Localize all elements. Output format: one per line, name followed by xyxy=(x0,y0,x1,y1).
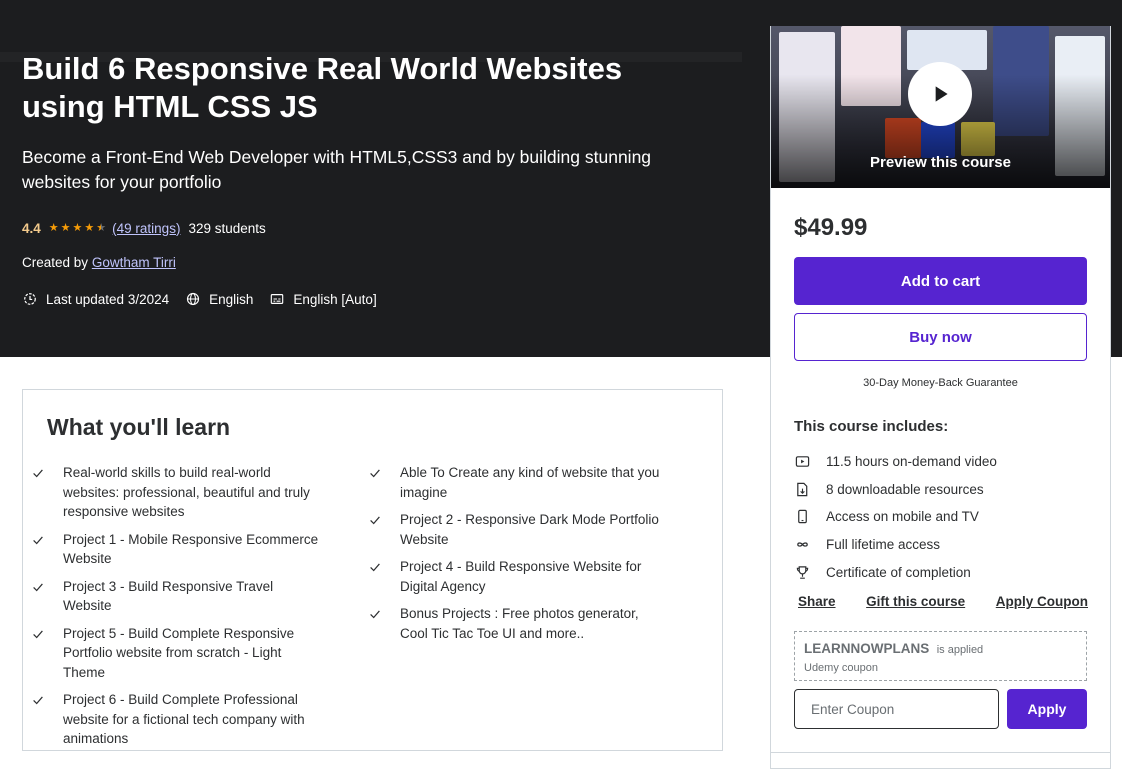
learn-list-right: Able To Create any kind of website that … xyxy=(360,463,660,651)
coupon-source: Udemy coupon xyxy=(804,662,878,674)
star-icon: ★ xyxy=(60,222,71,234)
learn-item: Bonus Projects : Free photos generator, … xyxy=(360,604,660,643)
closed-captions-icon xyxy=(269,291,285,307)
course-captions: English [Auto] xyxy=(293,291,377,307)
coupon-input[interactable] xyxy=(794,689,999,729)
check-icon xyxy=(31,624,47,641)
alert-clock-icon xyxy=(22,291,38,307)
created-by-label: Created by xyxy=(22,255,89,270)
learn-list-left: Real-world skills to build real-world we… xyxy=(23,463,323,757)
includes-item: Certificate of completion xyxy=(794,558,997,586)
students-count: 329 students xyxy=(188,220,266,236)
check-icon xyxy=(31,690,47,707)
apply-coupon-button[interactable]: Apply xyxy=(1007,689,1087,729)
includes-item: Full lifetime access xyxy=(794,531,997,559)
ratings-count-link[interactable]: (49 ratings) xyxy=(112,221,180,236)
course-meta: Last updated 3/2024 English English [Aut… xyxy=(22,290,393,308)
star-icon: ★ xyxy=(72,222,83,234)
file-download-icon xyxy=(794,481,810,497)
includes-title: This course includes: xyxy=(794,418,949,435)
check-icon xyxy=(368,557,384,574)
learn-item: Able To Create any kind of website that … xyxy=(360,463,660,502)
includes-item: 11.5 hours on-demand video xyxy=(794,448,997,476)
check-icon xyxy=(31,530,47,547)
includes-item: 8 downloadable resources xyxy=(794,476,997,504)
gift-course-link[interactable]: Gift this course xyxy=(866,594,965,609)
apply-coupon-link[interactable]: Apply Coupon xyxy=(996,594,1088,609)
star-icon: ★ xyxy=(48,222,59,234)
share-link[interactable]: Share xyxy=(798,594,836,609)
preview-label: Preview this course xyxy=(870,154,1011,171)
created-by: Created by Gowtham Tirri xyxy=(22,255,176,270)
rating-row: 4.4 ★ ★ ★ ★ ★ (49 ratings) 329 students xyxy=(22,219,266,237)
applied-coupon-box: LEARNNOWPLANS is applied Udemy coupon xyxy=(794,631,1087,681)
globe-icon xyxy=(185,291,201,307)
add-to-cart-button[interactable]: Add to cart xyxy=(794,257,1087,305)
course-subtitle: Become a Front-End Web Developer with HT… xyxy=(22,147,652,192)
author-link[interactable]: Gowtham Tirri xyxy=(92,255,176,270)
last-updated: Last updated 3/2024 xyxy=(46,291,170,307)
sidebar-divider xyxy=(771,752,1110,753)
check-icon xyxy=(31,577,47,594)
mobile-icon xyxy=(794,509,810,525)
includes-item: Access on mobile and TV xyxy=(794,503,997,531)
learn-item: Project 3 - Build Responsive Travel Webs… xyxy=(23,577,323,616)
check-icon xyxy=(31,463,47,480)
learn-item: Real-world skills to build real-world we… xyxy=(23,463,323,522)
purchase-sidebar: Preview this course $49.99 Add to cart B… xyxy=(770,26,1111,769)
top-bar xyxy=(0,0,1122,26)
includes-list: 11.5 hours on-demand video 8 downloadabl… xyxy=(794,448,997,586)
video-icon xyxy=(794,454,810,470)
buy-now-button[interactable]: Buy now xyxy=(794,313,1087,361)
play-icon[interactable] xyxy=(908,62,972,126)
coupon-code: LEARNNOWPLANS xyxy=(804,641,930,656)
trophy-icon xyxy=(794,564,810,580)
sidebar-links: Share Gift this course Apply Coupon xyxy=(798,594,1088,609)
course-preview[interactable]: Preview this course xyxy=(771,26,1110,188)
star-icon: ★ xyxy=(84,222,95,234)
check-icon xyxy=(368,604,384,621)
check-icon xyxy=(368,510,384,527)
learn-item: Project 4 - Build Responsive Website for… xyxy=(360,557,660,596)
learn-item: Project 6 - Build Complete Professional … xyxy=(23,690,323,749)
course-price: $49.99 xyxy=(794,214,868,241)
check-icon xyxy=(368,463,384,480)
learn-item: Project 1 - Mobile Responsive Ecommerce … xyxy=(23,530,323,569)
star-half-icon: ★ xyxy=(96,222,107,234)
star-rating: ★ ★ ★ ★ ★ xyxy=(49,222,106,234)
what-you-will-learn-box: What you'll learn Real-world skills to b… xyxy=(22,389,723,751)
learn-item: Project 2 - Responsive Dark Mode Portfol… xyxy=(360,510,660,549)
course-title: Build 6 Responsive Real World Websites u… xyxy=(22,51,623,124)
money-back-guarantee: 30-Day Money-Back Guarantee xyxy=(863,377,1018,389)
infinity-icon xyxy=(794,537,810,553)
learn-item: Project 5 - Build Complete Responsive Po… xyxy=(23,624,323,683)
learn-title: What you'll learn xyxy=(47,414,231,440)
coupon-applied-label: is applied xyxy=(936,644,984,656)
course-language: English xyxy=(209,291,254,307)
rating-value: 4.4 xyxy=(22,220,41,236)
